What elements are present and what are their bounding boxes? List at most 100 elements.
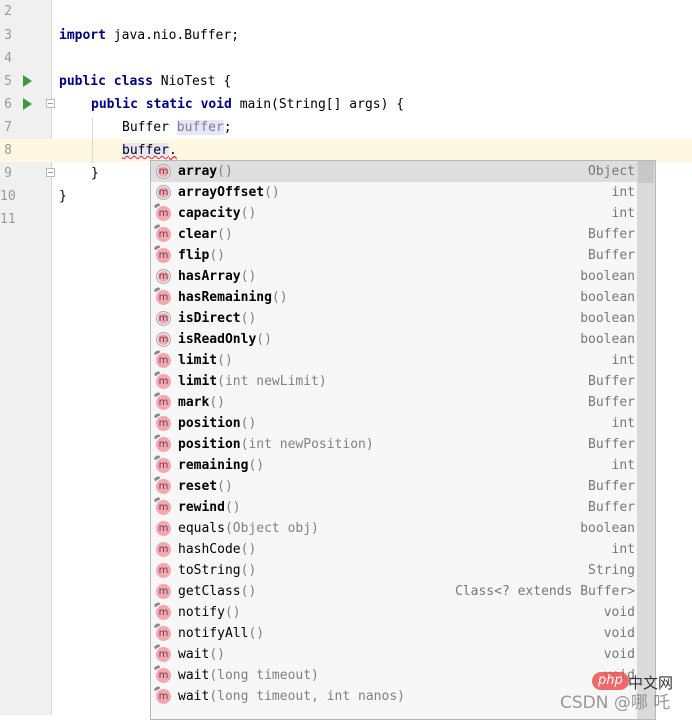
method-name: position() <box>178 413 256 434</box>
return-type: Buffer <box>588 395 635 410</box>
method-name: limit(int newLimit) <box>178 371 327 392</box>
method-name-text: wait <box>178 668 210 683</box>
method-name-text: isReadOnly <box>178 332 257 347</box>
method-name: isReadOnly() <box>178 329 272 350</box>
method-icon: m <box>156 374 171 389</box>
variable-reference: buffer <box>122 143 169 158</box>
return-type: boolean <box>580 311 635 326</box>
scrollbar-thumb[interactable] <box>638 161 654 183</box>
completion-item[interactable]: m clear() Buffer <box>151 224 637 245</box>
method-params: () <box>224 500 241 515</box>
return-type: boolean <box>580 290 635 305</box>
method-name: hashCode() <box>178 539 256 560</box>
method-icon: m <box>156 647 171 662</box>
fold-icon[interactable] <box>46 168 55 177</box>
completion-item[interactable]: m wait() void <box>151 644 637 665</box>
method-name-text: equals <box>178 521 225 536</box>
return-type: Class<? extends Buffer> <box>454 584 635 599</box>
completion-item[interactable]: m mark() Buffer <box>151 392 637 413</box>
method-name: notifyAll() <box>178 623 264 644</box>
method-icon: m <box>156 227 171 242</box>
line-number: 11 <box>0 212 16 227</box>
completion-item[interactable]: m hasRemaining() boolean <box>151 287 637 308</box>
method-icon: m <box>156 395 171 410</box>
method-name-text: hasRemaining <box>178 290 272 305</box>
method-name-text: mark <box>178 395 210 410</box>
method-icon: m <box>156 500 171 515</box>
method-params: () <box>264 185 280 200</box>
completion-item[interactable]: m equals(Object obj) boolean <box>151 518 637 539</box>
run-class-icon[interactable] <box>23 75 32 87</box>
type-name: Buffer <box>122 120 177 135</box>
return-type: int <box>611 458 635 473</box>
completion-popup[interactable]: m array() Object m arrayOffset() int m capacity… <box>150 160 656 720</box>
method-name-text: getClass <box>178 584 241 599</box>
line-number: 5 <box>4 74 12 89</box>
method-name-text: limit <box>178 353 218 368</box>
method-params: (int newLimit) <box>217 374 327 389</box>
method-icon: m <box>156 164 171 179</box>
return-type: void <box>603 626 635 641</box>
method-icon: m <box>156 185 171 200</box>
keyword: public class <box>59 74 153 89</box>
line-number: 6 <box>4 97 12 112</box>
completion-item[interactable]: m notify() void <box>151 602 637 623</box>
method-name: remaining() <box>178 455 264 476</box>
completion-item[interactable]: m getClass() Class<? extends Buffer> <box>151 581 637 602</box>
completion-item[interactable]: m limit() int <box>151 350 637 371</box>
keyword: import <box>59 28 106 43</box>
method-name: rewind() <box>178 497 241 518</box>
method-params: () <box>240 584 257 599</box>
completion-item[interactable]: m position() int <box>151 413 637 434</box>
method-icon: m <box>156 437 171 452</box>
completion-item[interactable]: m arrayOffset() int <box>151 182 637 203</box>
method-params: () <box>248 458 265 473</box>
method-name-text: hashCode <box>178 542 241 557</box>
method-icon: m <box>156 248 171 263</box>
method-name: wait(long timeout) <box>178 665 319 686</box>
method-params: () <box>240 311 257 326</box>
return-type: Buffer <box>588 500 635 515</box>
scrollbar[interactable] <box>637 161 655 719</box>
completion-item[interactable]: m rewind() Buffer <box>151 497 637 518</box>
code-text: main(String[] args) { <box>231 97 405 112</box>
method-icon: m <box>156 416 171 431</box>
fold-icon[interactable] <box>46 99 55 108</box>
return-type: void <box>603 605 635 620</box>
code-line-close-class: } <box>59 189 67 204</box>
completion-item[interactable]: m isDirect() boolean <box>151 308 637 329</box>
return-type: Buffer <box>588 227 635 242</box>
completion-item[interactable]: m isReadOnly() boolean <box>151 329 637 350</box>
method-params: () <box>209 647 225 662</box>
method-name-text: hasArray <box>178 269 241 284</box>
method-name: capacity() <box>178 203 256 224</box>
method-params: () <box>209 395 225 410</box>
completion-item[interactable]: m toString() String <box>151 560 637 581</box>
caret-dot: . <box>168 143 177 158</box>
method-name: flip() <box>178 245 225 266</box>
completion-item[interactable]: m remaining() int <box>151 455 637 476</box>
method-icon: m <box>156 269 171 284</box>
completion-item[interactable]: m position(int newPosition) Buffer <box>151 434 637 455</box>
indent-guide <box>92 117 93 163</box>
completion-item[interactable]: m array() Object <box>151 161 637 182</box>
line-number: 10 <box>0 189 16 204</box>
method-icon: m <box>156 689 171 704</box>
completion-item[interactable]: mwait(long timeout)void <box>151 665 637 686</box>
method-name-text: notify <box>178 605 225 620</box>
completion-item[interactable]: m reset() Buffer <box>151 476 637 497</box>
completion-item[interactable]: m flip() Buffer <box>151 245 637 266</box>
return-type: int <box>611 185 635 200</box>
line-number: 4 <box>4 51 12 66</box>
completion-item[interactable]: m hasArray() boolean <box>151 266 637 287</box>
completion-item[interactable]: m notifyAll() void <box>151 623 637 644</box>
method-params: (Object obj) <box>224 521 319 536</box>
completion-item[interactable]: m hashCode() int <box>151 539 637 560</box>
code-text: ; <box>223 120 232 135</box>
method-params: () <box>209 248 225 263</box>
run-main-icon[interactable] <box>23 98 32 110</box>
completion-item[interactable]: m limit(int newLimit) Buffer <box>151 371 637 392</box>
method-name-text: position <box>178 437 241 452</box>
method-icon: m <box>156 311 171 326</box>
completion-item[interactable]: m capacity() int <box>151 203 637 224</box>
